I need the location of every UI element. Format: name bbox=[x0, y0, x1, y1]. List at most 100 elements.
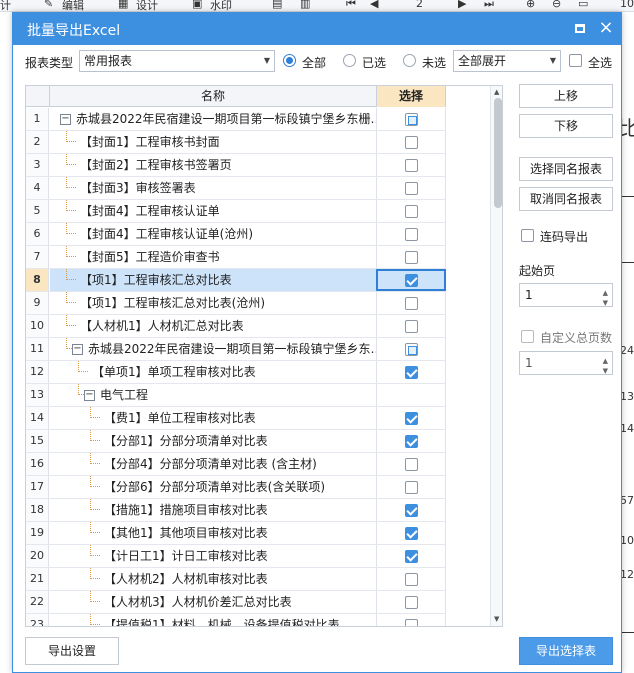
select-all-checkbox[interactable] bbox=[569, 54, 582, 67]
scroll-down-icon[interactable]: ▼ bbox=[494, 615, 499, 623]
maximize-button[interactable] bbox=[571, 19, 589, 37]
table-row[interactable]: 7 【封面5】工程造价审查书 bbox=[26, 246, 446, 269]
row-checkbox[interactable] bbox=[405, 297, 418, 310]
select-same-name-button[interactable]: 选择同名报表 bbox=[519, 157, 613, 181]
row-checkbox[interactable] bbox=[405, 412, 418, 425]
table-row[interactable]: 4 【封面3】审核签署表 bbox=[26, 177, 446, 200]
row-checkbox[interactable] bbox=[405, 136, 418, 149]
select-cell bbox=[376, 591, 446, 613]
table-row[interactable]: 16 【分部4】分部分项清单对比表 (含主材) bbox=[26, 453, 446, 476]
tree-connector bbox=[66, 177, 76, 188]
table-row[interactable]: 10 【人材机1】人材机汇总对比表 bbox=[26, 315, 446, 338]
spin-down-icon[interactable]: ▼ bbox=[603, 360, 608, 382]
table-row[interactable]: 5 【封面4】工程审核认证单 bbox=[26, 200, 446, 223]
report-name-cell[interactable]: 【提值税1】材料、机械、设备提值税对比表 bbox=[50, 614, 376, 626]
row-checkbox[interactable] bbox=[405, 504, 418, 517]
row-checkbox[interactable] bbox=[405, 366, 418, 379]
report-name-cell[interactable]: − 赤城县2022年民宿建设一期项目第一标段镇宁堡乡东栅… bbox=[50, 108, 376, 130]
collapse-toggle-icon[interactable]: − bbox=[84, 390, 95, 401]
row-checkbox[interactable] bbox=[405, 228, 418, 241]
report-name-cell[interactable]: 【措施1】措施项目审核对比表 bbox=[50, 499, 376, 521]
row-checkbox[interactable] bbox=[405, 320, 418, 333]
table-row[interactable]: 18 【措施1】措施项目审核对比表 bbox=[26, 499, 446, 522]
table-row[interactable]: 17 【分部6】分部分项清单对比表(含关联项) bbox=[26, 476, 446, 499]
table-row[interactable]: 11− 赤城县2022年民宿建设一期项目第一标段镇宁堡乡东… bbox=[26, 338, 446, 361]
vertical-scrollbar[interactable]: ▲ ▼ bbox=[490, 86, 502, 626]
row-checkbox[interactable] bbox=[405, 182, 418, 195]
radio-selected[interactable] bbox=[343, 54, 356, 67]
row-checkbox[interactable] bbox=[405, 573, 418, 586]
report-name-cell[interactable]: 【人材机2】人材机审核对比表 bbox=[50, 568, 376, 590]
report-name-cell[interactable]: 【分部1】分部分项清单对比表 bbox=[50, 430, 376, 452]
row-checkbox[interactable] bbox=[405, 458, 418, 471]
report-name-cell[interactable]: 【封面5】工程造价审查书 bbox=[50, 246, 376, 268]
report-name-cell[interactable]: 【分部6】分部分项清单对比表(含关联项) bbox=[50, 476, 376, 498]
radio-unselected[interactable] bbox=[403, 54, 416, 67]
row-checkbox[interactable] bbox=[405, 205, 418, 218]
report-name-cell[interactable]: 【封面3】审核签署表 bbox=[50, 177, 376, 199]
row-checkbox[interactable] bbox=[405, 619, 418, 626]
table-row[interactable]: 14 【费1】单位工程审核对比表 bbox=[26, 407, 446, 430]
row-number: 5 bbox=[26, 200, 49, 222]
scroll-up-icon[interactable]: ▲ bbox=[494, 88, 499, 96]
report-name-cell[interactable]: − 电气工程 bbox=[50, 384, 376, 406]
start-page-input[interactable]: 1 ▲ ▼ bbox=[519, 283, 613, 307]
table-row[interactable]: 19 【其他1】其他项目审核对比表 bbox=[26, 522, 446, 545]
report-type-select[interactable]: 常用报表 ▼ bbox=[79, 50, 275, 72]
row-checkbox[interactable] bbox=[405, 435, 418, 448]
report-name-cell[interactable]: − 赤城县2022年民宿建设一期项目第一标段镇宁堡乡东… bbox=[50, 338, 376, 360]
row-checkbox[interactable] bbox=[405, 481, 418, 494]
continuous-export-checkbox[interactable] bbox=[521, 229, 534, 242]
report-name-cell[interactable]: 【封面2】工程审核书签署页 bbox=[50, 154, 376, 176]
table-row[interactable]: 8 【项1】工程审核汇总对比表 bbox=[26, 269, 446, 292]
spin-down-icon[interactable]: ▼ bbox=[603, 292, 608, 314]
export-selected-button[interactable]: 导出选择表 bbox=[519, 637, 613, 665]
row-number: 12 bbox=[26, 361, 49, 383]
table-row[interactable]: 2 【封面1】工程审核书封面 bbox=[26, 131, 446, 154]
table-row[interactable]: 6 【封面4】工程审核认证单(沧州) bbox=[26, 223, 446, 246]
report-name-cell[interactable]: 【封面4】工程审核认证单(沧州) bbox=[50, 223, 376, 245]
row-checkbox[interactable] bbox=[405, 343, 418, 356]
row-checkbox[interactable] bbox=[405, 113, 418, 126]
move-up-button[interactable]: 上移 bbox=[519, 84, 613, 108]
report-name-cell[interactable]: 【其他1】其他项目审核对比表 bbox=[50, 522, 376, 544]
table-row[interactable]: 12 【单项1】单项工程审核对比表 bbox=[26, 361, 446, 384]
dialog-titlebar[interactable]: 批量导出Excel × bbox=[13, 13, 621, 45]
row-checkbox[interactable] bbox=[405, 251, 418, 264]
table-row[interactable]: 23 【提值税1】材料、机械、设备提值税对比表 bbox=[26, 614, 446, 626]
expand-select[interactable]: 全部展开 ▼ bbox=[453, 50, 561, 72]
row-checkbox[interactable] bbox=[405, 550, 418, 563]
report-name-cell[interactable]: 【人材机1】人材机汇总对比表 bbox=[50, 315, 376, 337]
row-checkbox[interactable] bbox=[405, 596, 418, 609]
row-checkbox[interactable] bbox=[405, 274, 418, 287]
report-name-cell[interactable]: 【项1】工程审核汇总对比表 bbox=[50, 269, 376, 291]
report-name-cell[interactable]: 【封面1】工程审核书封面 bbox=[50, 131, 376, 153]
close-button[interactable]: × bbox=[597, 19, 615, 37]
table-row[interactable]: 13− 电气工程 bbox=[26, 384, 446, 407]
report-name-cell[interactable]: 【人材机3】人材机价差汇总对比表 bbox=[50, 591, 376, 613]
cancel-same-name-button[interactable]: 取消同名报表 bbox=[519, 187, 613, 211]
collapse-toggle-icon[interactable]: − bbox=[72, 344, 83, 355]
table-row[interactable]: 20 【计日工1】计日工审核对比表 bbox=[26, 545, 446, 568]
row-checkbox[interactable] bbox=[405, 527, 418, 540]
table-row[interactable]: 1− 赤城县2022年民宿建设一期项目第一标段镇宁堡乡东栅… bbox=[26, 108, 446, 131]
report-name-cell[interactable]: 【分部4】分部分项清单对比表 (含主材) bbox=[50, 453, 376, 475]
report-name-cell[interactable]: 【封面4】工程审核认证单 bbox=[50, 200, 376, 222]
custom-total-checkbox[interactable] bbox=[521, 330, 534, 343]
table-row[interactable]: 21 【人材机2】人材机审核对比表 bbox=[26, 568, 446, 591]
scrollbar-thumb[interactable] bbox=[494, 98, 502, 208]
table-row[interactable]: 22 【人材机3】人材机价差汇总对比表 bbox=[26, 591, 446, 614]
table-row[interactable]: 3 【封面2】工程审核书签署页 bbox=[26, 154, 446, 177]
radio-all[interactable] bbox=[283, 54, 296, 67]
row-checkbox[interactable] bbox=[405, 159, 418, 172]
move-down-button[interactable]: 下移 bbox=[519, 114, 613, 138]
table-row[interactable]: 15 【分部1】分部分项清单对比表 bbox=[26, 430, 446, 453]
export-settings-button[interactable]: 导出设置 bbox=[25, 637, 119, 665]
report-name-cell[interactable]: 【单项1】单项工程审核对比表 bbox=[50, 361, 376, 383]
report-name-cell[interactable]: 【费1】单位工程审核对比表 bbox=[50, 407, 376, 429]
collapse-toggle-icon[interactable]: − bbox=[60, 114, 71, 125]
report-name-cell[interactable]: 【计日工1】计日工审核对比表 bbox=[50, 545, 376, 567]
table-row[interactable]: 9 【项1】工程审核汇总对比表(沧州) bbox=[26, 292, 446, 315]
custom-total-input[interactable]: 1 ▲ ▼ bbox=[519, 351, 613, 375]
report-name-cell[interactable]: 【项1】工程审核汇总对比表(沧州) bbox=[50, 292, 376, 314]
